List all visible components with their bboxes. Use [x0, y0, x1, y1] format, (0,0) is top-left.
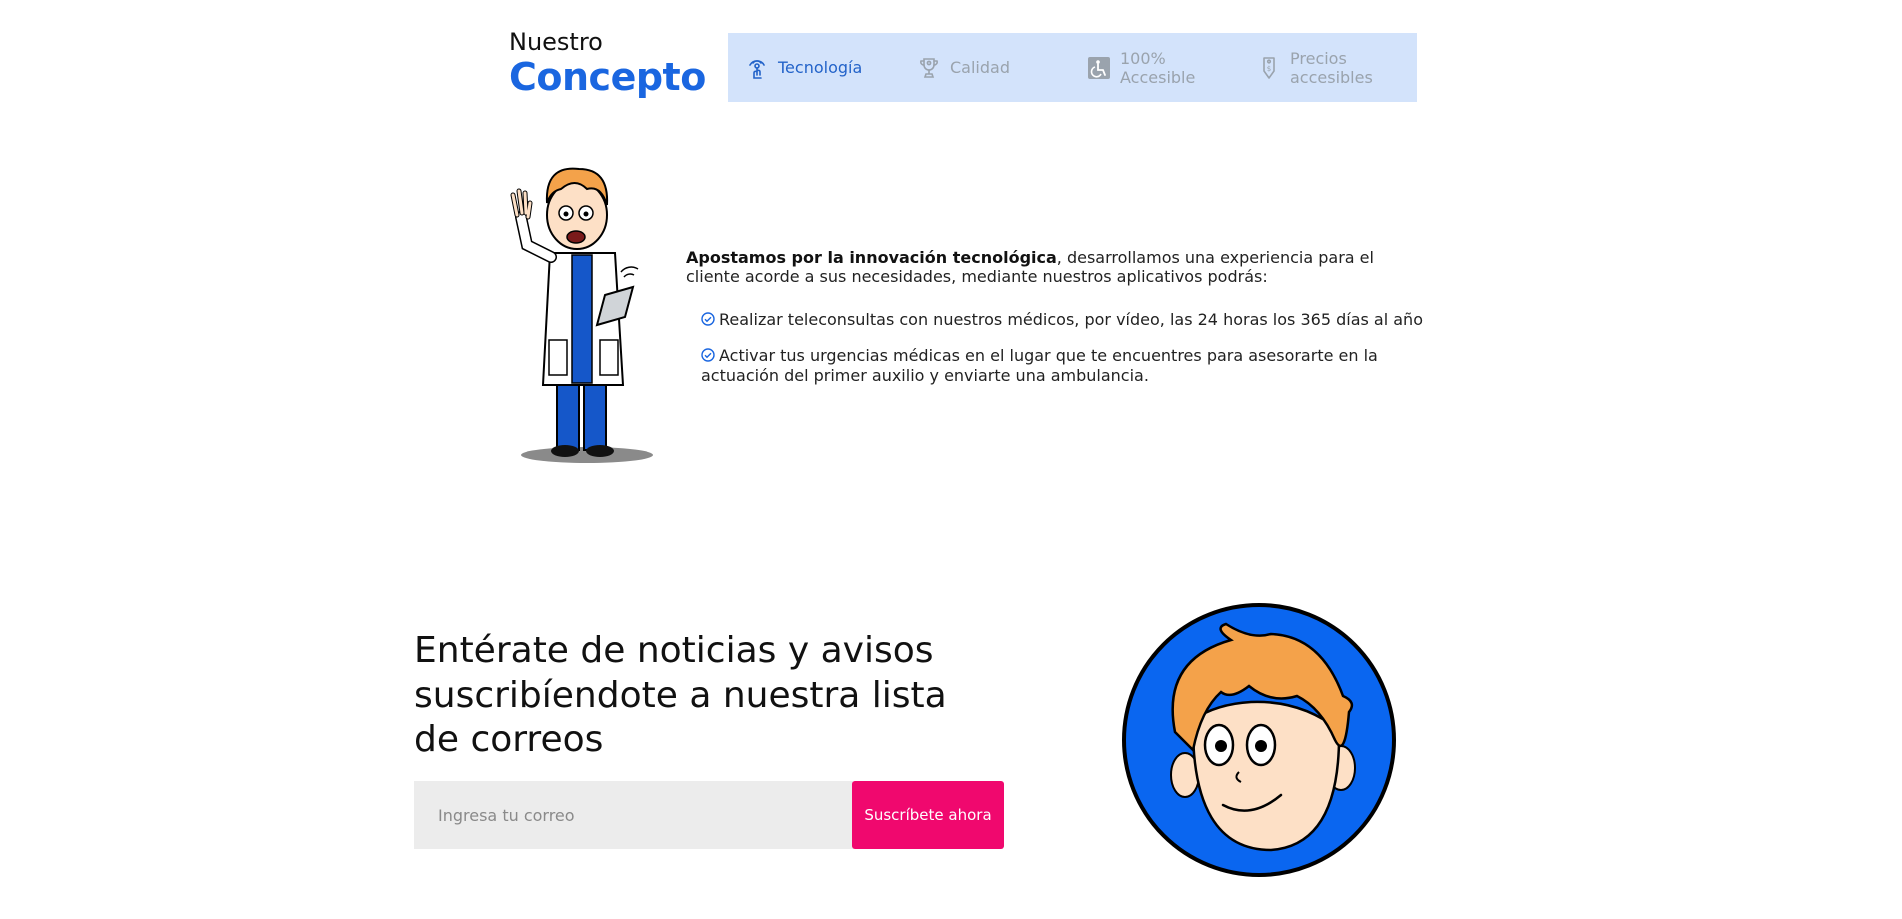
doctor-illustration — [510, 167, 653, 463]
tab-accesible[interactable]: 100% Accesible — [1086, 33, 1210, 102]
section-title-small: Nuestro — [509, 28, 603, 56]
tab-tecnologia[interactable]: Tecnología — [744, 33, 862, 102]
tab-calidad[interactable]: Calidad — [916, 33, 1010, 102]
list-item-text: Realizar teleconsultas con nuestros médi… — [719, 310, 1423, 329]
list-item: Realizar teleconsultas con nuestros médi… — [701, 310, 1431, 330]
tab-label: Precios accesibles — [1290, 48, 1373, 87]
subscribe-button[interactable]: Suscríbete ahora — [852, 781, 1004, 849]
concept-tabs: Tecnología Calidad 100% Accesible $ Prec… — [728, 33, 1417, 102]
list-item: Activar tus urgencias médicas en el luga… — [701, 346, 1431, 385]
tab-label: Calidad — [950, 58, 1010, 77]
price-tag-icon: $ — [1256, 55, 1282, 81]
section-title: Nuestro Concepto — [509, 28, 706, 98]
email-field[interactable] — [414, 781, 853, 849]
intro-text: Apostamos por la innovación tecnológica,… — [686, 248, 1426, 286]
trophy-icon — [916, 55, 942, 81]
wheelchair-icon — [1086, 55, 1112, 81]
tab-label: 100% Accesible — [1120, 48, 1196, 87]
tab-precios[interactable]: $ Precios accesibles — [1256, 33, 1385, 102]
newsletter-title: Entérate de noticias y avisos suscribíen… — [414, 630, 947, 760]
section-title-big: Concepto — [509, 55, 706, 99]
touch-icon — [744, 55, 770, 81]
list-item-text: Activar tus urgencias médicas en el luga… — [701, 346, 1378, 385]
tab-label: Tecnología — [778, 58, 863, 77]
intro-bold: Apostamos por la innovación tecnológica — [686, 248, 1057, 267]
svg-text:$: $ — [1267, 65, 1271, 73]
check-circle-icon — [701, 311, 715, 330]
feature-list: Realizar teleconsultas con nuestros médi… — [701, 310, 1431, 401]
check-circle-icon — [701, 347, 715, 366]
avatar — [1122, 603, 1396, 877]
